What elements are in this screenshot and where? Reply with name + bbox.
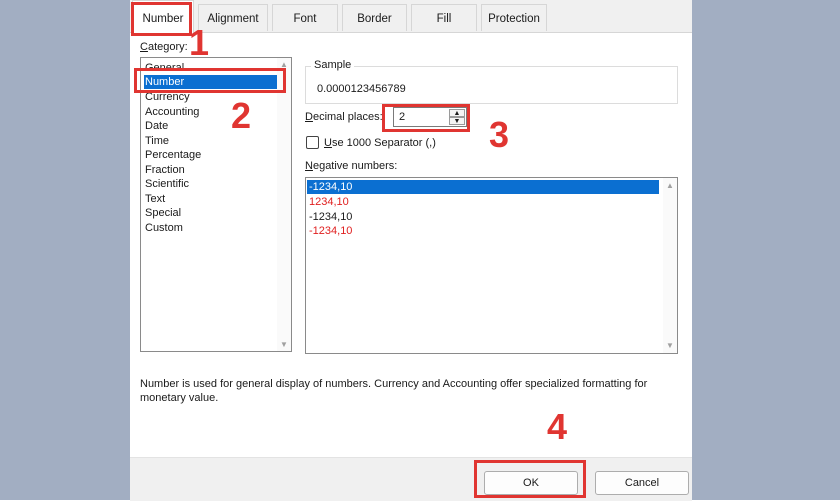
category-item-currency[interactable]: Currency bbox=[144, 90, 275, 104]
category-item-percentage[interactable]: Percentage bbox=[144, 148, 275, 162]
cancel-button[interactable]: Cancel bbox=[595, 471, 689, 495]
sample-title: Sample bbox=[311, 59, 355, 71]
step-number-4: 4 bbox=[547, 406, 568, 447]
tab-font[interactable]: Font bbox=[272, 4, 338, 31]
sample-value: 0.0000123456789 bbox=[317, 83, 406, 95]
category-item-scientific[interactable]: Scientific bbox=[144, 177, 275, 191]
negative-format-option[interactable]: -1234,10 bbox=[307, 224, 352, 238]
spin-down-icon[interactable]: ▼ bbox=[449, 117, 465, 125]
category-list[interactable]: General Number Currency Accounting Date … bbox=[140, 57, 292, 352]
scroll-up-icon[interactable]: ▲ bbox=[663, 181, 677, 190]
decimal-places-value: 2 bbox=[399, 111, 406, 123]
description-line-1: Number is used for general display of nu… bbox=[140, 378, 648, 390]
negative-scrollbar[interactable]: ▲ ▼ bbox=[663, 178, 677, 353]
category-item-number[interactable]: Number bbox=[144, 75, 281, 89]
desktop-background-right bbox=[692, 0, 840, 500]
spin-up-icon[interactable]: ▲ bbox=[449, 109, 465, 117]
negative-format-option[interactable]: -1234,10 bbox=[307, 180, 659, 194]
category-scrollbar[interactable]: ▲ ▼ bbox=[277, 58, 291, 351]
separator-label[interactable]: Use 1000 Separator (,) bbox=[324, 137, 436, 149]
step-number-2: 2 bbox=[231, 95, 252, 136]
category-item-fraction[interactable]: Fraction bbox=[144, 163, 275, 177]
category-item-special[interactable]: Special bbox=[144, 206, 275, 220]
category-label: Category: bbox=[140, 41, 188, 53]
category-item-general[interactable]: General bbox=[144, 61, 275, 75]
category-item-text[interactable]: Text bbox=[144, 192, 275, 206]
dialog-button-bar: OK Cancel bbox=[130, 457, 692, 501]
category-item-date[interactable]: Date bbox=[144, 119, 275, 133]
scroll-up-icon[interactable]: ▲ bbox=[277, 60, 291, 69]
tab-number[interactable]: Number bbox=[132, 0, 194, 33]
negative-format-option[interactable]: -1234,10 bbox=[307, 210, 352, 224]
desktop-background-left bbox=[0, 0, 130, 500]
tab-border[interactable]: Border bbox=[342, 4, 407, 31]
tab-fill[interactable]: Fill bbox=[411, 4, 477, 31]
category-item-time[interactable]: Time bbox=[144, 134, 275, 148]
tab-protection[interactable]: Protection bbox=[481, 4, 547, 31]
ok-button[interactable]: OK bbox=[484, 471, 578, 495]
scroll-down-icon[interactable]: ▼ bbox=[663, 341, 677, 350]
description-line-2: monetary value. bbox=[140, 392, 219, 404]
decimal-places-label: Decimal places: bbox=[305, 111, 383, 123]
format-cells-dialog: Number Alignment Font Border Fill Protec… bbox=[130, 0, 692, 501]
negative-numbers-label: Negative numbers: bbox=[305, 160, 398, 172]
tab-bar: Number Alignment Font Border Fill Protec… bbox=[130, 0, 692, 33]
decimal-places-input[interactable]: 2 ▲ ▼ bbox=[393, 107, 467, 127]
step-number-1: 1 bbox=[189, 22, 210, 63]
negative-numbers-list[interactable]: -1234,10 1234,10 -1234,10 -1234,10 ▲ ▼ bbox=[305, 177, 678, 354]
negative-format-option[interactable]: 1234,10 bbox=[307, 195, 349, 209]
category-item-accounting[interactable]: Accounting bbox=[144, 105, 275, 119]
scroll-down-icon[interactable]: ▼ bbox=[277, 340, 291, 349]
step-number-3: 3 bbox=[489, 114, 510, 155]
category-item-custom[interactable]: Custom bbox=[144, 221, 275, 235]
separator-checkbox[interactable] bbox=[306, 136, 319, 149]
